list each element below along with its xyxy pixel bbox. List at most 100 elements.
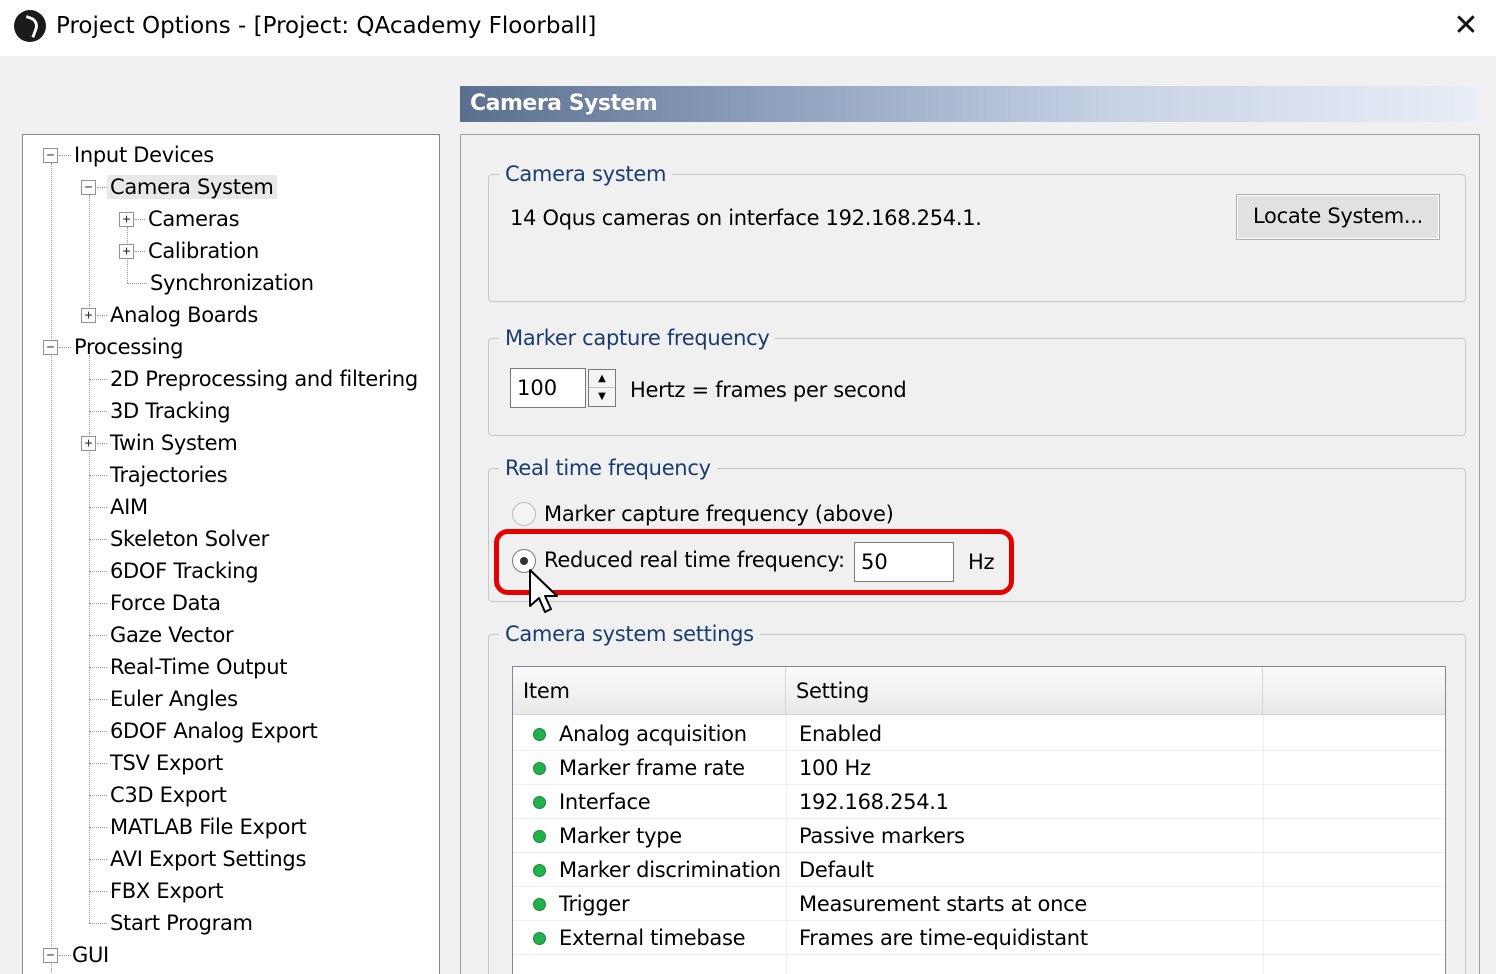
tree-connector — [89, 603, 107, 604]
status-ok-icon — [533, 932, 546, 945]
tree-connector — [89, 195, 90, 315]
status-ok-icon — [533, 728, 546, 741]
tree-item-label: AIM — [110, 495, 148, 519]
marker-frequency-unit: Hertz = frames per second — [630, 378, 907, 402]
expand-cameras[interactable]: + — [119, 212, 134, 227]
tree-item-twin-system[interactable]: Twin System — [107, 427, 240, 459]
tree-item-label: Camera System — [107, 175, 277, 199]
expand-calibration[interactable]: + — [119, 244, 134, 259]
tree-connector — [135, 251, 145, 252]
row-item: Trigger — [559, 892, 630, 916]
tree-item-calibration[interactable]: Calibration — [145, 235, 262, 267]
tree-item-start-program[interactable]: Start Program — [107, 907, 256, 939]
tree-connector — [89, 667, 107, 668]
tree-item-euler-angles[interactable]: Euler Angles — [107, 683, 241, 715]
table-header: Item Setting — [513, 667, 1445, 715]
tree-item-force-data[interactable]: Force Data — [107, 587, 224, 619]
radio-marker-frequency[interactable] — [512, 502, 536, 526]
highlight-annotation — [494, 529, 1014, 595]
expand-camera-system[interactable]: − — [81, 180, 96, 195]
tree-item-3d-tracking[interactable]: 3D Tracking — [107, 395, 233, 427]
tree-connector — [89, 795, 107, 796]
group-title: Marker capture frequency — [499, 325, 776, 351]
tree-item-6dof-analog-export[interactable]: 6DOF Analog Export — [107, 715, 320, 747]
tree-item-6dof-tracking[interactable]: 6DOF Tracking — [107, 555, 261, 587]
row-item: Marker discrimination — [559, 858, 781, 882]
locate-system-button[interactable]: Locate System... — [1236, 194, 1440, 240]
tree-item-processing[interactable]: Processing — [71, 331, 186, 363]
table-row[interactable]: External timebase Frames are time-equidi… — [513, 921, 1445, 955]
tree-item-camera-system[interactable]: Camera System — [107, 171, 277, 203]
stepper-up-icon[interactable]: ▲ — [589, 370, 615, 388]
tree-item-aim[interactable]: AIM — [107, 491, 151, 523]
tree-connector — [89, 859, 107, 860]
tree-item-matlab-export[interactable]: MATLAB File Export — [107, 811, 309, 843]
tree-connector — [89, 411, 107, 412]
tree-item-cameras[interactable]: Cameras — [145, 203, 242, 235]
tree-connector — [89, 763, 107, 764]
tree-item-label: Trajectories — [110, 463, 228, 487]
tree-connector — [59, 155, 71, 156]
tree-item-label: 2D Preprocessing and filtering — [110, 367, 418, 391]
tree-item-label: 6DOF Tracking — [110, 559, 259, 583]
table-row[interactable]: Marker discrimination Default — [513, 853, 1445, 887]
status-ok-icon — [533, 762, 546, 775]
status-ok-icon — [533, 864, 546, 877]
tree-item-input-devices[interactable]: Input Devices — [71, 139, 217, 171]
group-title: Real time frequency — [499, 455, 717, 481]
table-row[interactable]: Analog acquisition Enabled — [513, 717, 1445, 751]
tree-connector — [89, 571, 107, 572]
expand-processing[interactable]: − — [43, 340, 58, 355]
marker-frequency-input[interactable] — [510, 368, 586, 408]
tree-item-label: Skeleton Solver — [110, 527, 269, 551]
stepper-down-icon[interactable]: ▼ — [589, 388, 615, 406]
table-row[interactable]: Trigger Measurement starts at once — [513, 887, 1445, 921]
expand-twin-system[interactable]: + — [81, 436, 96, 451]
tree-item-c3d-export[interactable]: C3D Export — [107, 779, 230, 811]
table-row[interactable]: Marker frame rate 100 Hz — [513, 751, 1445, 785]
tree-connector — [89, 635, 107, 636]
close-button[interactable]: ✕ — [1448, 8, 1484, 44]
tree-item-trajectories[interactable]: Trajectories — [107, 459, 230, 491]
tree-item-label: Real-Time Output — [110, 655, 288, 679]
camera-status-text: 14 Oqus cameras on interface 192.168.254… — [510, 206, 982, 230]
tree-connector — [97, 443, 107, 444]
tree-item-avi-export[interactable]: AVI Export Settings — [107, 843, 309, 875]
column-header-item[interactable]: Item — [513, 667, 786, 715]
radio-marker-frequency-label[interactable]: Marker capture frequency (above) — [544, 500, 894, 528]
row-setting: Enabled — [799, 722, 882, 746]
column-header-setting[interactable]: Setting — [786, 667, 1263, 715]
tree-connector — [59, 347, 71, 348]
tree-connector — [97, 315, 107, 316]
tree-item-label: MATLAB File Export — [110, 815, 307, 839]
tree-item-realtime-output[interactable]: Real-Time Output — [107, 651, 290, 683]
tree-item-label: Processing — [74, 335, 184, 359]
tree-item-gaze-vector[interactable]: Gaze Vector — [107, 619, 236, 651]
tree-connector — [51, 163, 52, 974]
expand-input-devices[interactable]: − — [43, 148, 58, 163]
table-row[interactable]: Marker type Passive markers — [513, 819, 1445, 853]
row-setting: Frames are time-equidistant — [799, 926, 1088, 950]
row-setting: Default — [799, 858, 874, 882]
tree-connector — [89, 827, 107, 828]
column-header-empty — [1263, 667, 1445, 715]
tree-item-synchronization[interactable]: Synchronization — [147, 267, 317, 299]
tree-item-2d-preprocessing[interactable]: 2D Preprocessing and filtering — [107, 363, 421, 395]
expand-analog-boards[interactable]: + — [81, 308, 96, 323]
tree-connector — [127, 283, 147, 284]
tree-item-analog-boards[interactable]: Analog Boards — [107, 299, 261, 331]
tree-item-fbx-export[interactable]: FBX Export — [107, 875, 226, 907]
tree-connector — [135, 219, 145, 220]
page-header: Camera System — [460, 86, 1480, 122]
tree-item-tsv-export[interactable]: TSV Export — [107, 747, 226, 779]
expand-gui[interactable]: − — [43, 948, 58, 963]
tree-connector — [97, 187, 107, 188]
table-row[interactable]: Interface 192.168.254.1 — [513, 785, 1445, 819]
tree-item-label: Force Data — [110, 591, 221, 615]
tree-item-skeleton-solver[interactable]: Skeleton Solver — [107, 523, 272, 555]
marker-frequency-stepper[interactable]: ▲ ▼ — [588, 369, 616, 407]
row-setting: 100 Hz — [799, 756, 871, 780]
tree-item-gui[interactable]: GUI — [69, 939, 112, 971]
tree-item-label: Input Devices — [74, 143, 214, 167]
row-setting: 192.168.254.1 — [799, 790, 949, 814]
